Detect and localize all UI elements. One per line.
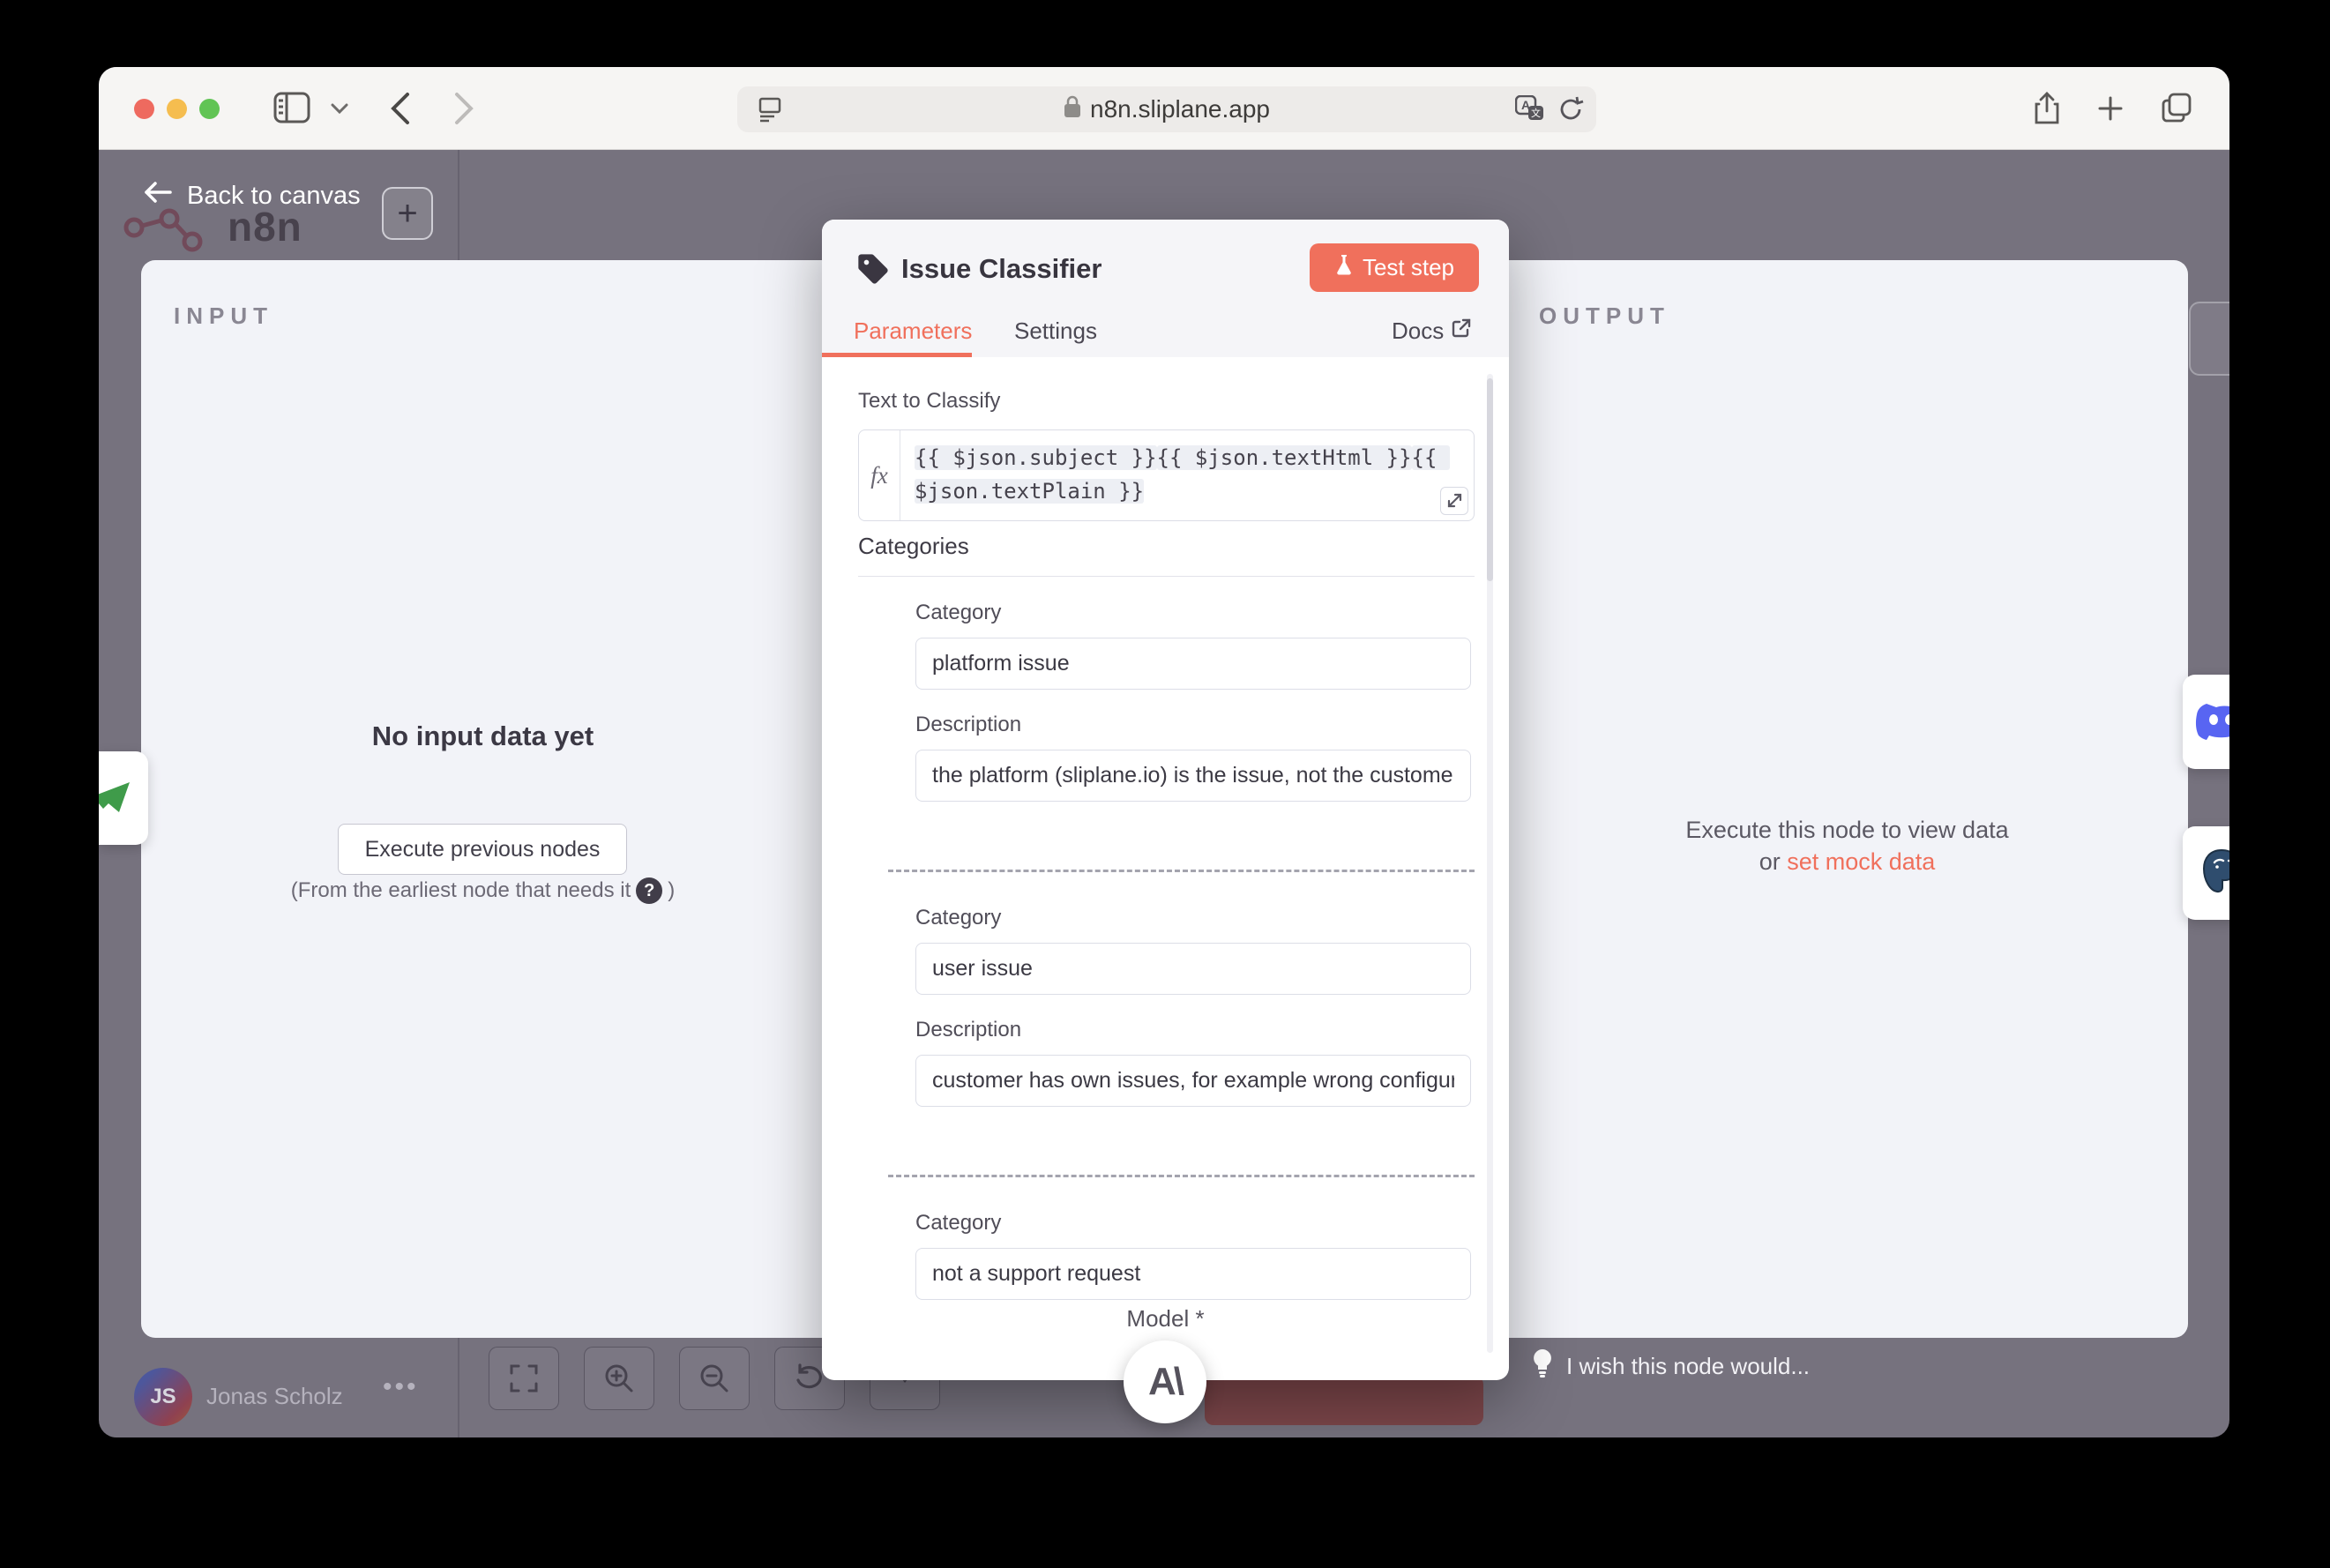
dimmed-canvas-button: [2189, 302, 2229, 376]
text-to-classify-label: Text to Classify: [858, 389, 1000, 414]
fx-badge: fx: [859, 430, 900, 520]
lock-icon: [1064, 95, 1081, 124]
input-panel-label: INPUT: [174, 302, 273, 330]
back-to-canvas-label: Back to canvas: [187, 182, 361, 211]
output-panel: OUTPUT Execute this node to view data or…: [1506, 260, 2188, 1338]
expand-expression-icon[interactable]: [1440, 487, 1468, 515]
translate-icon[interactable]: A文: [1515, 95, 1545, 128]
node-title: Issue Classifier: [901, 253, 1102, 285]
avatar[interactable]: JS: [134, 1368, 192, 1426]
output-panel-label: OUTPUT: [1539, 302, 1670, 330]
categories-divider: [858, 576, 1475, 577]
tab-parameters[interactable]: Parameters: [854, 317, 972, 345]
category-item-3: Category: [915, 1211, 1471, 1300]
tag-icon: [855, 251, 891, 291]
arrow-left-icon: [143, 180, 173, 212]
category-input[interactable]: [915, 943, 1471, 995]
text-to-classify-expression-field[interactable]: fx {{ $json.subject }}{{ $json.textHtml …: [858, 429, 1475, 521]
tab-settings[interactable]: Settings: [1014, 317, 1097, 345]
modal-header: Issue Classifier Test step Parameters Se…: [822, 220, 1509, 357]
category-label: Category: [915, 601, 1471, 627]
category-item-2: Category Description: [915, 906, 1471, 1107]
input-hint: (From the earliest node that needs it ? …: [141, 877, 825, 904]
gmail-node-card[interactable]: [99, 751, 148, 845]
zoom-in-button[interactable]: [584, 1347, 654, 1410]
expression-value[interactable]: {{ $json.subject }}{{ $json.textHtml }}{…: [900, 430, 1474, 520]
address-bar[interactable]: n8n.sliplane.app A文: [737, 86, 1596, 132]
category-input[interactable]: [915, 1248, 1471, 1300]
tab-overview-icon[interactable]: [2161, 92, 2192, 128]
help-icon[interactable]: ?: [636, 877, 662, 904]
refresh-icon[interactable]: [1557, 95, 1584, 128]
sidebar-toggle-icon[interactable]: [273, 92, 310, 128]
forward-icon[interactable]: [453, 92, 474, 130]
user-menu-dots[interactable]: •••: [383, 1372, 419, 1402]
back-to-canvas-button[interactable]: Back to canvas: [143, 180, 361, 212]
category-label: Category: [915, 1211, 1471, 1237]
postgres-icon: [2197, 847, 2229, 900]
back-icon[interactable]: [390, 92, 411, 130]
browser-window: n8n.sliplane.app A文 n8n: [99, 67, 2229, 1437]
categories-section-title: Categories: [858, 533, 969, 560]
postgres-node-card[interactable]: [2183, 826, 2229, 920]
maximize-window-button[interactable]: [199, 99, 220, 119]
tab-docs[interactable]: Docs: [1392, 317, 1472, 345]
test-step-button[interactable]: Test step: [1310, 243, 1479, 292]
flask-icon: [1334, 253, 1354, 282]
description-label: Description: [915, 1018, 1471, 1044]
share-icon[interactable]: [2034, 92, 2060, 130]
new-tab-icon[interactable]: [2097, 95, 2124, 126]
minimize-window-button[interactable]: [167, 99, 187, 119]
discord-icon: [2194, 698, 2229, 745]
category-separator: [888, 1175, 1475, 1177]
description-label: Description: [915, 713, 1471, 739]
category-label: Category: [915, 906, 1471, 932]
description-input[interactable]: [915, 750, 1471, 802]
add-node-button[interactable]: +: [382, 187, 433, 240]
category-item-1: Category Description: [915, 601, 1471, 802]
browser-toolbar: n8n.sliplane.app A文: [99, 67, 2229, 150]
dimmed-test-step-footer-button: [1205, 1376, 1483, 1425]
close-window-button[interactable]: [134, 99, 154, 119]
lightbulb-icon: [1531, 1348, 1554, 1385]
svg-text:文: 文: [1531, 107, 1541, 119]
category-separator: [888, 870, 1475, 872]
wish-text: I wish this node would...: [1566, 1353, 1810, 1380]
execute-previous-nodes-button[interactable]: Execute previous nodes: [338, 824, 627, 875]
chevron-down-icon[interactable]: [330, 102, 349, 119]
set-mock-data-link[interactable]: set mock data: [1787, 848, 1935, 875]
no-input-data-title: No input data yet: [141, 721, 825, 752]
discord-node-card[interactable]: [2183, 675, 2229, 769]
external-link-icon: [1451, 317, 1472, 345]
modal-scrollbar-thumb[interactable]: [1487, 378, 1493, 581]
input-panel: INPUT No input data yet Execute previous…: [141, 260, 825, 1338]
gmail-node-icon: [99, 777, 135, 820]
fit-view-button[interactable]: [489, 1347, 559, 1410]
model-label: Model *: [822, 1305, 1509, 1333]
url-text: n8n.sliplane.app: [1090, 95, 1270, 123]
description-input[interactable]: [915, 1055, 1471, 1107]
model-node-anthropic-logo[interactable]: A\: [1124, 1340, 1206, 1423]
zoom-out-button[interactable]: [679, 1347, 750, 1410]
output-empty-message: Execute this node to view data or set mo…: [1506, 814, 2188, 877]
user-name: Jonas Scholz: [206, 1383, 343, 1410]
category-input[interactable]: [915, 638, 1471, 690]
node-settings-modal: Issue Classifier Test step Parameters Se…: [822, 220, 1509, 1380]
node-feedback-prompt[interactable]: I wish this node would...: [1531, 1348, 1810, 1385]
active-tab-underline: [822, 353, 972, 357]
